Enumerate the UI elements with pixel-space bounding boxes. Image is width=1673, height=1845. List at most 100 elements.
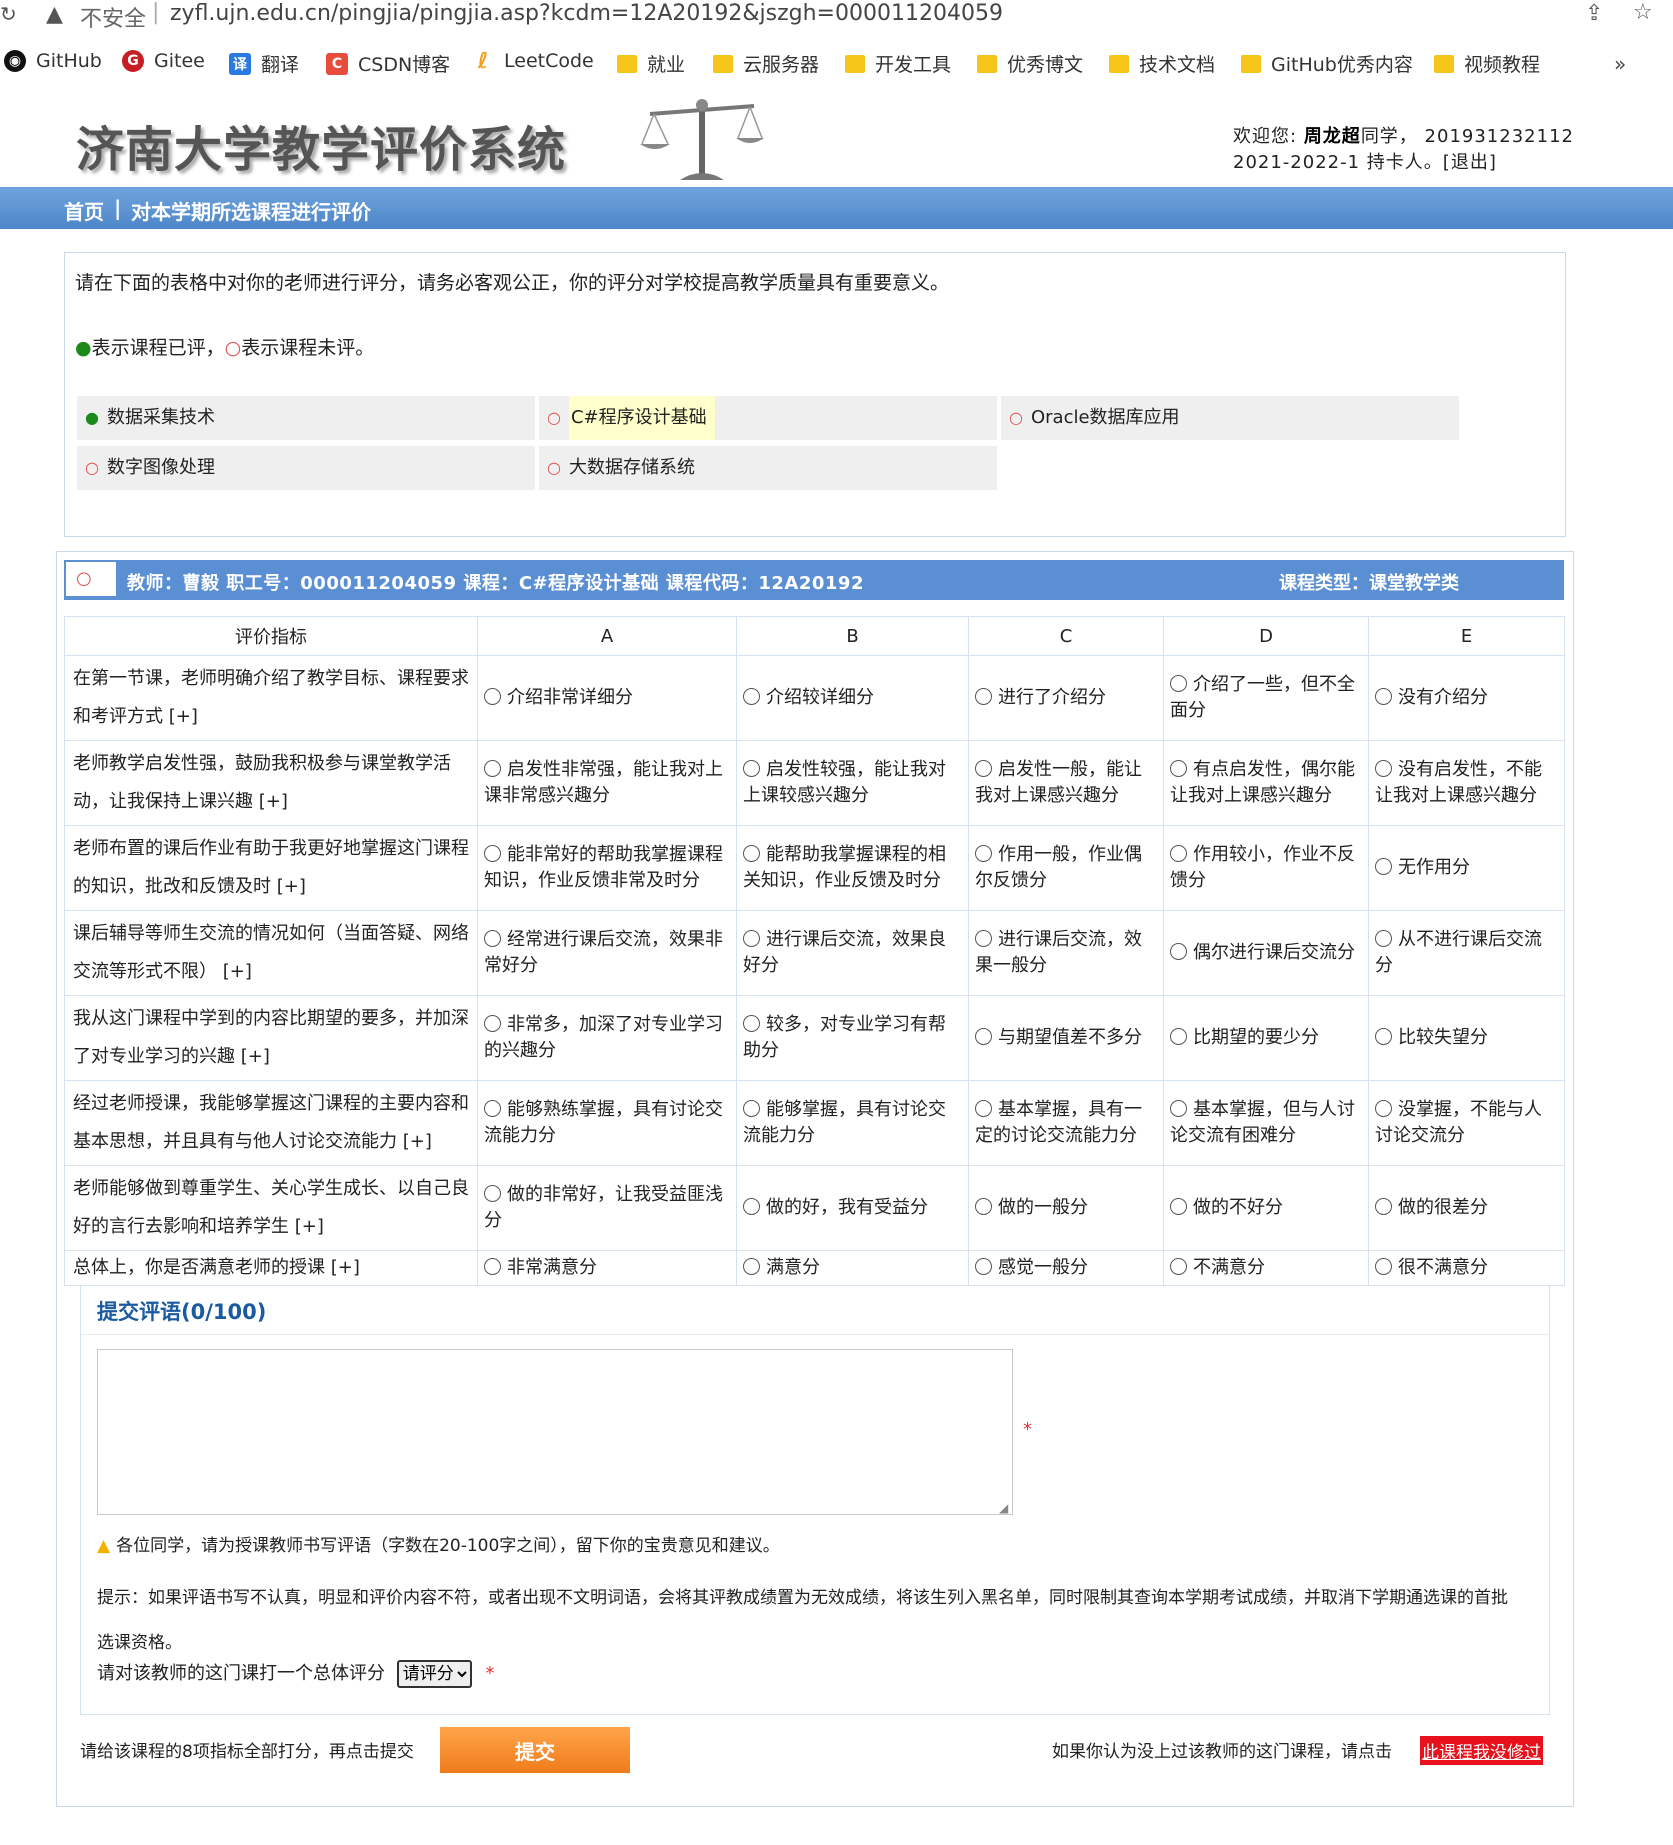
option-radio[interactable] <box>1170 1100 1187 1117</box>
option-radio[interactable] <box>975 1198 992 1215</box>
security-label[interactable]: 不安全 <box>80 1 146 33</box>
option-radio[interactable] <box>975 760 992 777</box>
course-item-csharp[interactable]: ○ C#程序设计基础 <box>539 396 997 440</box>
option-cell[interactable]: 无作用分 <box>1368 825 1565 911</box>
option-cell[interactable]: 不满意分 <box>1163 1250 1369 1286</box>
bookmark-star-icon[interactable]: ☆ <box>1633 0 1653 25</box>
course-item-bigdata-storage[interactable]: ○ 大数据存储系统 <box>539 446 997 490</box>
bookmark-folder-docs[interactable]: 技术文档 <box>1109 50 1215 77</box>
option-radio[interactable] <box>1170 675 1187 692</box>
option-radio[interactable] <box>484 1100 501 1117</box>
option-radio[interactable] <box>743 1100 760 1117</box>
option-cell[interactable]: 进行课后交流，效果一般分 <box>968 910 1164 996</box>
option-radio[interactable] <box>975 1028 992 1045</box>
option-radio[interactable] <box>484 1258 501 1275</box>
option-cell[interactable]: 能帮助我掌握课程的相关知识，作业反馈及时分 <box>736 825 969 911</box>
option-cell[interactable]: 能够熟练掌握，具有讨论交流能力分 <box>477 1080 737 1166</box>
option-cell[interactable]: 进行课后交流，效果良好分 <box>736 910 969 996</box>
comment-textarea[interactable] <box>97 1349 1013 1515</box>
bookmark-folder-github-best[interactable]: GitHub优秀内容 <box>1241 50 1413 77</box>
option-radio[interactable] <box>1170 760 1187 777</box>
option-radio[interactable] <box>484 1015 501 1032</box>
option-radio[interactable] <box>743 1198 760 1215</box>
option-radio[interactable] <box>975 688 992 705</box>
option-cell[interactable]: 基本掌握，但与人讨论交流有困难分 <box>1163 1080 1369 1166</box>
course-item-data-collection[interactable]: ● 数据采集技术 <box>77 396 535 440</box>
bookmark-gitee[interactable]: G Gitee <box>122 50 205 72</box>
option-cell[interactable]: 做的好，我有受益分 <box>736 1165 969 1251</box>
option-cell[interactable]: 感觉一般分 <box>968 1250 1164 1286</box>
bookmark-folder-cloud[interactable]: 云服务器 <box>713 50 819 77</box>
nav-current-page[interactable]: 对本学期所选课程进行评价 <box>131 196 371 225</box>
option-radio[interactable] <box>1170 943 1187 960</box>
share-icon[interactable]: ⇪ <box>1585 1 1603 26</box>
option-cell[interactable]: 基本掌握，具有一定的讨论交流能力分 <box>968 1080 1164 1166</box>
bookmark-csdn[interactable]: C CSDN博客 <box>326 50 450 77</box>
option-radio[interactable] <box>975 930 992 947</box>
bookmark-folder-blogs[interactable]: 优秀博文 <box>977 50 1083 77</box>
option-radio[interactable] <box>1375 760 1392 777</box>
option-cell[interactable]: 有点启发性，偶尔能让我对上课感兴趣分 <box>1163 740 1369 826</box>
option-radio[interactable] <box>743 845 760 862</box>
warning-icon[interactable]: ▲ <box>46 2 63 27</box>
bookmark-github[interactable]: ◉ GitHub <box>4 50 102 72</box>
option-cell[interactable]: 做的很差分 <box>1368 1165 1565 1251</box>
option-cell[interactable]: 介绍较详细分 <box>736 655 969 741</box>
option-cell[interactable]: 启发性一般，能让我对上课感兴趣分 <box>968 740 1164 826</box>
option-radio[interactable] <box>743 1258 760 1275</box>
option-cell[interactable]: 比较失望分 <box>1368 995 1565 1081</box>
option-cell[interactable]: 介绍非常详细分 <box>477 655 737 741</box>
option-cell[interactable]: 介绍了一些，但不全面分 <box>1163 655 1369 741</box>
option-cell[interactable]: 能够掌握，具有讨论交流能力分 <box>736 1080 969 1166</box>
option-radio[interactable] <box>1375 1100 1392 1117</box>
option-radio[interactable] <box>484 760 501 777</box>
course-item-oracle[interactable]: ○ Oracle数据库应用 <box>1001 396 1459 440</box>
option-radio[interactable] <box>975 845 992 862</box>
option-cell[interactable]: 很不满意分 <box>1368 1250 1565 1286</box>
option-cell[interactable]: 做的非常好，让我受益匪浅分 <box>477 1165 737 1251</box>
option-cell[interactable]: 非常多，加深了对专业学习的兴趣分 <box>477 995 737 1081</box>
option-cell[interactable]: 较多，对专业学习有帮助分 <box>736 995 969 1081</box>
option-cell[interactable]: 进行了介绍分 <box>968 655 1164 741</box>
option-radio[interactable] <box>1375 688 1392 705</box>
submit-button[interactable]: 提交 <box>440 1727 630 1773</box>
option-radio[interactable] <box>1170 1028 1187 1045</box>
option-cell[interactable]: 启发性非常强，能让我对上课非常感兴趣分 <box>477 740 737 826</box>
option-cell[interactable]: 做的一般分 <box>968 1165 1164 1251</box>
course-item-image-processing[interactable]: ○ 数字图像处理 <box>77 446 535 490</box>
option-radio[interactable] <box>1170 1198 1187 1215</box>
option-radio[interactable] <box>1375 1198 1392 1215</box>
bookmark-folder-videos[interactable]: 视频教程 <box>1434 50 1540 77</box>
option-cell[interactable]: 能非常好的帮助我掌握课程知识，作业反馈非常及时分 <box>477 825 737 911</box>
option-radio[interactable] <box>1375 858 1392 875</box>
option-radio[interactable] <box>1375 1028 1392 1045</box>
option-radio[interactable] <box>743 930 760 947</box>
option-radio[interactable] <box>975 1100 992 1117</box>
bookmark-folder-devtools[interactable]: 开发工具 <box>845 50 951 77</box>
option-cell[interactable]: 没有介绍分 <box>1368 655 1565 741</box>
bookmark-translate[interactable]: 译翻译 <box>229 50 299 77</box>
option-cell[interactable]: 非常满意分 <box>477 1250 737 1286</box>
option-cell[interactable]: 做的不好分 <box>1163 1165 1369 1251</box>
option-radio[interactable] <box>484 688 501 705</box>
option-cell[interactable]: 作用较小，作业不反馈分 <box>1163 825 1369 911</box>
bookmark-leetcode[interactable]: ℓ LeetCode <box>472 49 594 74</box>
option-radio[interactable] <box>484 930 501 947</box>
option-cell[interactable]: 启发性较强，能让我对上课较感兴趣分 <box>736 740 969 826</box>
option-cell[interactable]: 与期望值差不多分 <box>968 995 1164 1081</box>
option-cell[interactable]: 从不进行课后交流分 <box>1368 910 1565 996</box>
more-bookmarks-icon[interactable]: » <box>1614 52 1626 76</box>
option-cell[interactable]: 经常进行课后交流，效果非常好分 <box>477 910 737 996</box>
option-cell[interactable]: 偶尔进行课后交流分 <box>1163 910 1369 996</box>
logout-link[interactable]: [退出] <box>1443 152 1497 173</box>
option-radio[interactable] <box>1170 1258 1187 1275</box>
option-radio[interactable] <box>743 760 760 777</box>
resize-grip-icon[interactable]: ◢ <box>999 1501 1008 1515</box>
option-radio[interactable] <box>484 845 501 862</box>
option-cell[interactable]: 作用一般，作业偶尔反馈分 <box>968 825 1164 911</box>
option-cell[interactable]: 没掌握，不能与人讨论交流分 <box>1368 1080 1565 1166</box>
overall-rating-select[interactable]: 请评分 <box>396 1660 472 1688</box>
option-radio[interactable] <box>975 1258 992 1275</box>
option-radio[interactable] <box>1170 845 1187 862</box>
not-attended-link[interactable]: 此课程我没修过 <box>1420 1736 1543 1765</box>
